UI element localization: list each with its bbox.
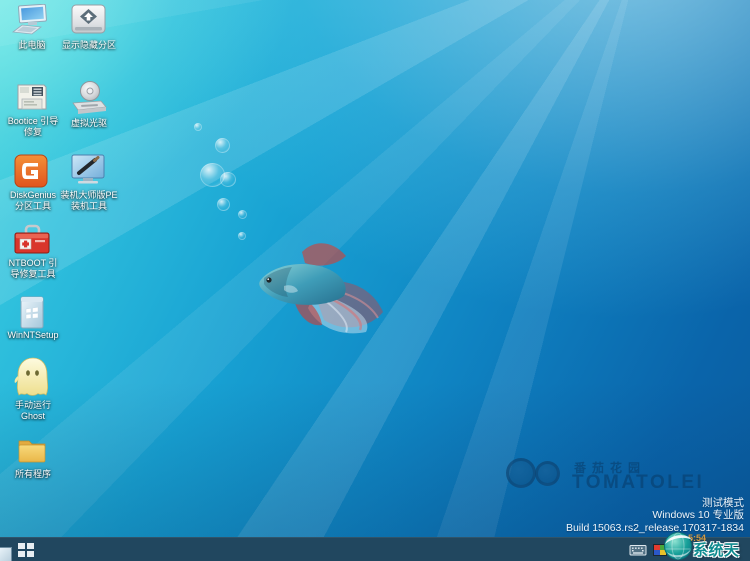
tomato-watermark: 番茄花园 TOMATOLEI	[504, 452, 714, 498]
desktop-icon-all-programs[interactable]: 所有程序	[0, 436, 66, 486]
icon-label: 显示隐藏分区	[56, 40, 122, 51]
desktop-icon-zhuangji-pe[interactable]: 装机大师版PE 装机工具	[54, 154, 124, 216]
desktop-icon-ntboot[interactable]: NTBOOT 引 导修复工具	[0, 224, 66, 286]
desktop-icon-winntsetup[interactable]: WinNTSetup	[0, 296, 66, 346]
pe-install-tool-icon	[70, 154, 106, 188]
test-mode-line: 测试模式	[566, 497, 744, 510]
bubble	[220, 172, 236, 187]
desktop: 番茄花园 TOMATOLEI 测试模式 Windows 10 专业版 Build…	[0, 0, 750, 561]
icon-label: WinNTSetup	[0, 330, 66, 341]
bubble	[217, 198, 230, 211]
diskgenius-icon	[14, 154, 48, 188]
icon-label: 手动运行 Ghost	[0, 400, 66, 422]
tomato-watermark-en: TOMATOLEI	[572, 472, 704, 494]
test-mode-watermark: 测试模式 Windows 10 专业版 Build 15063.rs2_rele…	[566, 497, 744, 535]
icon-label: 此电脑	[0, 40, 64, 51]
ghost-icon	[12, 356, 52, 400]
desktop-icon-this-pc[interactable]: 此电脑	[0, 4, 64, 60]
toolbox-icon	[12, 224, 52, 256]
betta-fish-wallpaper	[250, 234, 388, 334]
start-button[interactable]	[15, 542, 37, 558]
globe-icon	[662, 531, 694, 561]
bubble	[215, 138, 230, 153]
tomato-logo-icon	[535, 461, 560, 486]
windows-edition-line: Windows 10 专业版	[566, 509, 744, 522]
floppy-disk-icon	[13, 82, 51, 114]
icon-label: 装机大师版PE 装机工具	[54, 190, 124, 212]
windows-logo-icon	[18, 543, 34, 557]
bubble	[238, 210, 247, 219]
icon-label: NTBOOT 引 导修复工具	[0, 258, 66, 280]
partition-icon	[69, 2, 109, 40]
winntsetup-icon	[17, 296, 47, 330]
icon-label: 所有程序	[0, 469, 66, 480]
touch-keyboard-icon[interactable]	[629, 543, 647, 557]
desktop-icon-show-hidden-partitions[interactable]: 显示隐藏分区	[56, 2, 122, 60]
brand-text: 系统天地	[693, 539, 748, 561]
desktop-icon-virtual-cdrom[interactable]: 虚拟光驱	[56, 80, 122, 142]
tomato-logo-icon	[506, 458, 536, 488]
brand-logo: 系统天地	[662, 531, 748, 561]
desktop-icon-run-ghost[interactable]: 手动运行 Ghost	[0, 356, 66, 424]
taskbar[interactable]: 15:54 系统天地	[0, 537, 750, 561]
folder-icon	[16, 436, 48, 466]
corner-window-fragment[interactable]	[0, 547, 12, 561]
cd-drive-icon	[69, 80, 109, 116]
bubble	[238, 232, 246, 240]
bubble	[194, 123, 202, 131]
icon-label: 虚拟光驱	[56, 118, 122, 129]
computer-icon	[11, 4, 51, 38]
